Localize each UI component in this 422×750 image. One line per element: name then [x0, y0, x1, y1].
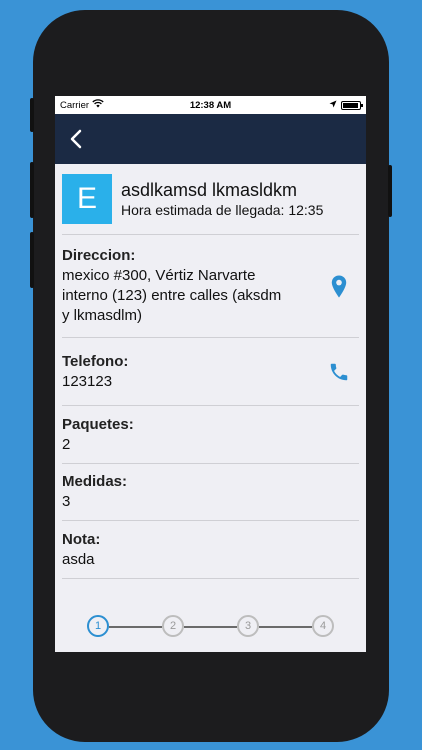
mute-switch: [30, 98, 34, 132]
power-button: [388, 165, 392, 217]
map-pin-icon: [331, 275, 347, 297]
address-row: Direccion: mexico #300, Vértiz Narvarte …: [62, 235, 359, 338]
volume-down-button: [30, 232, 34, 288]
step-4[interactable]: 4: [312, 615, 334, 637]
step-1[interactable]: 1: [87, 615, 109, 637]
step-2[interactable]: 2: [162, 615, 184, 637]
volume-up-button: [30, 162, 34, 218]
note-value: asda: [62, 550, 95, 568]
detail-content: E asdlkamsd lkmasldkm Hora estimada de l…: [55, 164, 366, 579]
back-button[interactable]: [63, 126, 89, 152]
status-bar: Carrier 12:38 AM: [55, 96, 366, 114]
step-connector: [184, 626, 237, 628]
phone-label: Telefono:: [62, 352, 129, 370]
address-value: mexico #300, Vértiz Narvarte interno (12…: [62, 267, 282, 324]
measures-label: Medidas:: [62, 473, 128, 490]
measures-row: Medidas: 3: [62, 464, 359, 521]
packages-value: 2: [62, 435, 71, 453]
step-3[interactable]: 3: [237, 615, 259, 637]
progress-stepper: 1 2 3 4: [55, 611, 366, 641]
phone-value: 123123: [62, 372, 113, 390]
phone-row: Telefono: 123123: [62, 338, 359, 406]
call-button[interactable]: [319, 361, 359, 383]
estimated-arrival: Hora estimada de llegada: 12:35: [121, 202, 324, 218]
note-label: Nota:: [62, 530, 101, 548]
step-connector: [259, 626, 312, 628]
note-row: Nota: asda: [62, 521, 359, 579]
location-arrow-icon: [329, 100, 337, 111]
battery-icon: [341, 100, 363, 110]
avatar: E: [62, 174, 112, 224]
packages-label: Paquetes:: [62, 415, 134, 433]
wifi-icon: [92, 99, 104, 111]
customer-header: E asdlkamsd lkmasldkm Hora estimada de l…: [62, 164, 359, 235]
map-pin-button[interactable]: [319, 275, 359, 298]
customer-name: asdlkamsd lkmasldkm: [121, 180, 298, 200]
chevron-left-icon: [70, 129, 82, 149]
app-screen: Carrier 12:38 AM E asdlkamsd lkmasldkm H…: [55, 96, 366, 652]
packages-row: Paquetes: 2: [62, 406, 359, 464]
navigation-bar: [55, 114, 366, 164]
address-label: Direccion:: [62, 247, 136, 264]
phone-icon: [330, 363, 348, 380]
carrier-label: Carrier: [60, 99, 90, 111]
measures-value: 3: [62, 493, 71, 510]
step-connector: [109, 626, 162, 628]
